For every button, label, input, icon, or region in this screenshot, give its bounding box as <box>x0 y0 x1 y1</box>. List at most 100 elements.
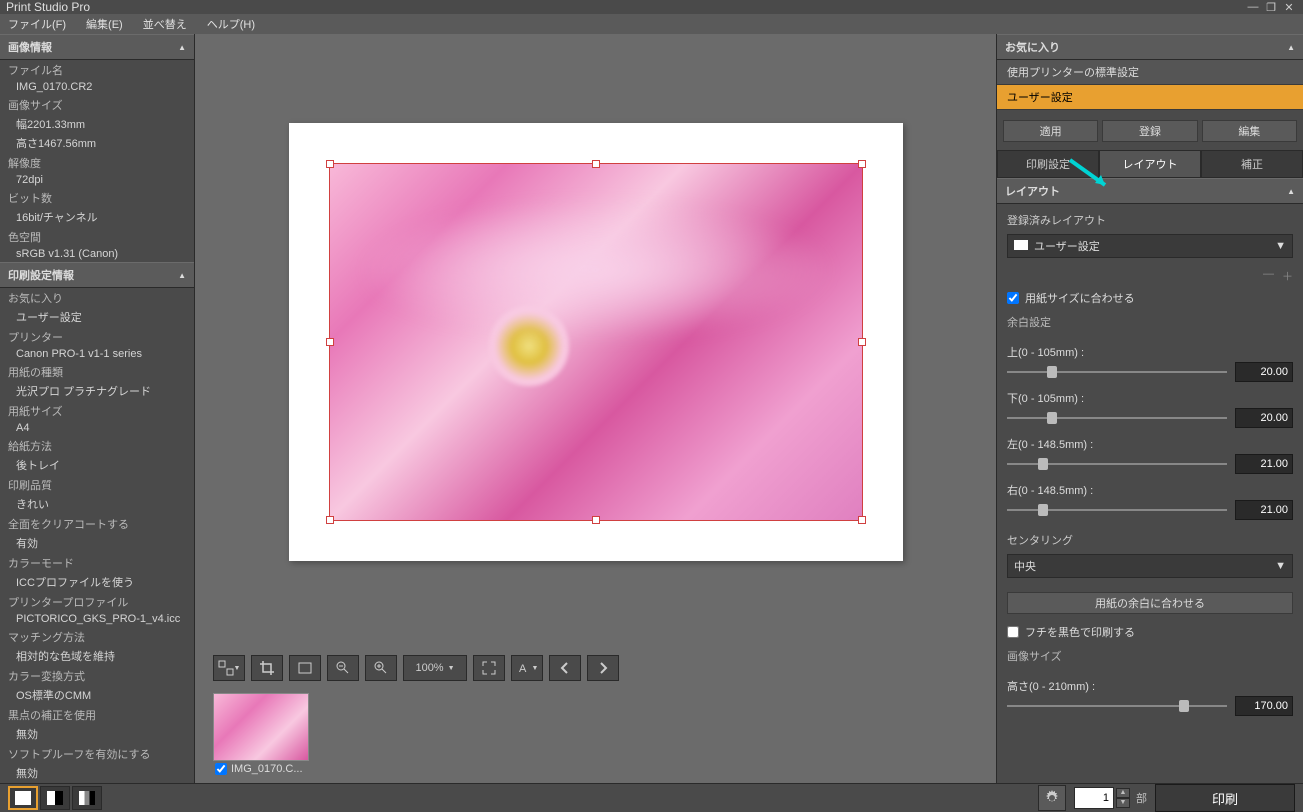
matching-label: マッチング方法 <box>0 627 194 647</box>
favorite-item-default[interactable]: 使用プリンターの標準設定 <box>997 60 1303 85</box>
thumbnail-image <box>213 693 309 761</box>
fullscreen-button[interactable] <box>473 655 505 681</box>
black-border-checkbox[interactable] <box>1007 626 1019 638</box>
maximize-button[interactable]: ❐ <box>1263 0 1279 14</box>
matching-value: 相対的な色域を維持 <box>0 647 194 666</box>
margin-bottom-input[interactable] <box>1235 408 1293 428</box>
fit-paper-checkbox[interactable] <box>1007 292 1019 304</box>
crop-handle-bc[interactable] <box>592 516 600 524</box>
layout-section-header[interactable]: レイアウト ▲ <box>997 178 1303 204</box>
margin-top-input[interactable] <box>1235 362 1293 382</box>
copies-input[interactable] <box>1074 787 1114 809</box>
centering-dropdown[interactable]: 中央 ▼ <box>1007 554 1293 578</box>
margin-top-slider[interactable] <box>1007 364 1227 380</box>
copies-down-button[interactable]: ▼ <box>1116 798 1130 808</box>
printer-label: プリンター <box>0 327 194 347</box>
remove-layout-button[interactable]: — <box>1263 268 1274 284</box>
crop-handle-ml[interactable] <box>326 338 334 346</box>
preview-area <box>195 34 996 649</box>
right-panel: お気に入り ▲ 使用プリンターの標準設定 ユーザー設定 適用 登録 編集 印刷設… <box>996 34 1303 783</box>
tab-correction[interactable]: 補正 <box>1201 150 1303 178</box>
image-info-header[interactable]: 画像情報 ▲ <box>0 34 194 60</box>
crop-tool-button[interactable] <box>251 655 283 681</box>
tab-print-settings[interactable]: 印刷設定 <box>997 150 1099 178</box>
menu-file[interactable]: ファイル(F) <box>4 14 70 34</box>
img-height-input[interactable] <box>1235 696 1293 716</box>
image-size-label: 画像サイズ <box>1007 648 1293 664</box>
edit-button[interactable]: 編集 <box>1202 120 1297 142</box>
settings-button[interactable] <box>1038 785 1066 811</box>
fit-margins-button[interactable]: 用紙の余白に合わせる <box>1007 592 1293 614</box>
colormode-value: ICCプロファイルを使う <box>0 573 194 592</box>
close-button[interactable]: ✕ <box>1281 0 1297 14</box>
copies-up-button[interactable]: ▲ <box>1116 788 1130 798</box>
black-border-label: フチを黒色で印刷する <box>1025 624 1135 640</box>
margin-bottom-slider[interactable] <box>1007 410 1227 426</box>
crop-handle-tr[interactable] <box>858 160 866 168</box>
margin-right-label: 右(0 - 148.5mm) : <box>1007 482 1293 498</box>
zoom-in-button[interactable] <box>365 655 397 681</box>
favorites-label: お気に入り <box>1005 39 1060 55</box>
margin-right-slider[interactable] <box>1007 502 1227 518</box>
zoom-value: 100% <box>415 662 443 674</box>
zoom-level-dropdown[interactable]: 100% ▼ <box>403 655 467 681</box>
thumbnail-item[interactable]: IMG_0170.C... <box>213 693 311 777</box>
view-mode-split[interactable] <box>40 786 70 810</box>
prev-button[interactable] <box>549 655 581 681</box>
next-button[interactable] <box>587 655 619 681</box>
crop-box[interactable] <box>329 163 863 521</box>
favorites-header[interactable]: お気に入り ▲ <box>997 34 1303 60</box>
media-label: 用紙の種類 <box>0 362 194 382</box>
menu-help[interactable]: ヘルプ(H) <box>203 14 259 34</box>
crop-handle-bl[interactable] <box>326 516 334 524</box>
profile-label: プリンタープロファイル <box>0 592 194 612</box>
collapse-icon: ▲ <box>1287 43 1295 52</box>
crop-handle-mr[interactable] <box>858 338 866 346</box>
paper-size-label: 用紙サイズ <box>0 401 194 421</box>
menu-sort[interactable]: 並べ替え <box>139 14 191 34</box>
paper-size-value: A4 <box>0 421 194 436</box>
menu-edit[interactable]: 編集(E) <box>82 14 127 34</box>
margin-top-label: 上(0 - 105mm) : <box>1007 344 1293 360</box>
centering-value: 中央 <box>1014 558 1036 574</box>
source-value: 後トレイ <box>0 456 194 475</box>
view-mode-triple[interactable] <box>72 786 102 810</box>
clearcoat-label: 全面をクリアコートする <box>0 514 194 534</box>
colorspace-value: sRGB v1.31 (Canon) <box>0 247 194 262</box>
margin-right-input[interactable] <box>1235 500 1293 520</box>
paper-preview[interactable] <box>289 123 903 561</box>
zoom-out-button[interactable] <box>327 655 359 681</box>
gear-icon <box>1044 790 1060 806</box>
thumbnails-strip: IMG_0170.C... <box>195 687 996 783</box>
register-button[interactable]: 登録 <box>1102 120 1197 142</box>
text-tool-button[interactable]: A▼ <box>511 655 543 681</box>
add-layout-button[interactable]: ＋ <box>1282 268 1293 284</box>
thumbnail-checkbox[interactable] <box>215 763 227 775</box>
center-area: ▼ 100% ▼ A▼ IMG_0170.C... <box>195 34 996 783</box>
print-button[interactable]: 印刷 <box>1155 784 1295 812</box>
left-panel: 画像情報 ▲ ファイル名 IMG_0170.CR2 画像サイズ 幅2201.33… <box>0 34 195 783</box>
bit-depth-label: ビット数 <box>0 188 194 208</box>
chevron-down-icon: ▼ <box>1275 560 1286 572</box>
favorite-item-user[interactable]: ユーザー設定 <box>997 85 1303 110</box>
fit-window-button[interactable] <box>289 655 321 681</box>
layout-dropdown[interactable]: ユーザー設定 ▼ <box>1007 234 1293 258</box>
crop-handle-br[interactable] <box>858 516 866 524</box>
layout-tool-button[interactable]: ▼ <box>213 655 245 681</box>
apply-button[interactable]: 適用 <box>1003 120 1098 142</box>
thumbnail-filename: IMG_0170.C... <box>231 763 303 775</box>
media-value: 光沢プロ プラチナグレード <box>0 382 194 401</box>
print-info-header[interactable]: 印刷設定情報 ▲ <box>0 262 194 288</box>
minimize-button[interactable]: — <box>1245 0 1261 14</box>
image-info-label: 画像情報 <box>8 39 52 55</box>
tab-layout[interactable]: レイアウト <box>1099 150 1201 178</box>
margin-left-slider[interactable] <box>1007 456 1227 472</box>
crop-handle-tc[interactable] <box>592 160 600 168</box>
img-height-slider[interactable] <box>1007 698 1227 714</box>
margin-left-label: 左(0 - 148.5mm) : <box>1007 436 1293 452</box>
view-mode-single[interactable] <box>8 786 38 810</box>
favorite-label: お気に入り <box>0 288 194 308</box>
conversion-value: OS標準のCMM <box>0 686 194 705</box>
crop-handle-tl[interactable] <box>326 160 334 168</box>
margin-left-input[interactable] <box>1235 454 1293 474</box>
